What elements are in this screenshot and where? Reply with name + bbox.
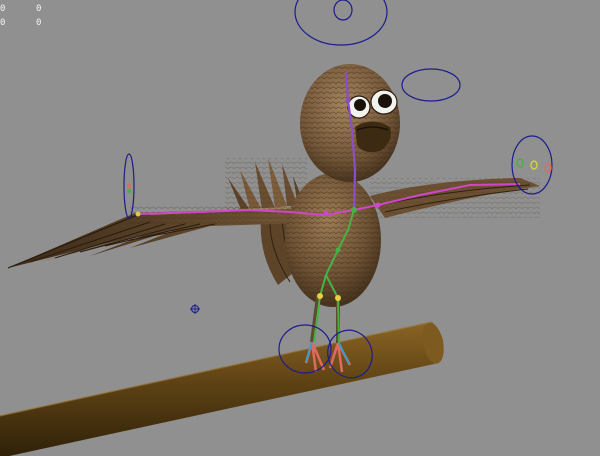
bird-head[interactable] [300, 64, 400, 182]
left-pupil [354, 99, 366, 111]
eye-aim-control-curve[interactable] [401, 68, 461, 102]
left-wing-control-curve[interactable] [123, 153, 135, 219]
scene-canvas[interactable] [0, 0, 600, 456]
right-pupil [378, 94, 392, 108]
branch[interactable] [0, 320, 447, 456]
locator-icon[interactable] [190, 304, 200, 314]
right-wing [370, 178, 540, 218]
head-control-curve[interactable] [294, 0, 388, 46]
3d-viewport[interactable]: 0 0 0 0 [0, 0, 600, 456]
bird-body[interactable] [285, 173, 381, 307]
